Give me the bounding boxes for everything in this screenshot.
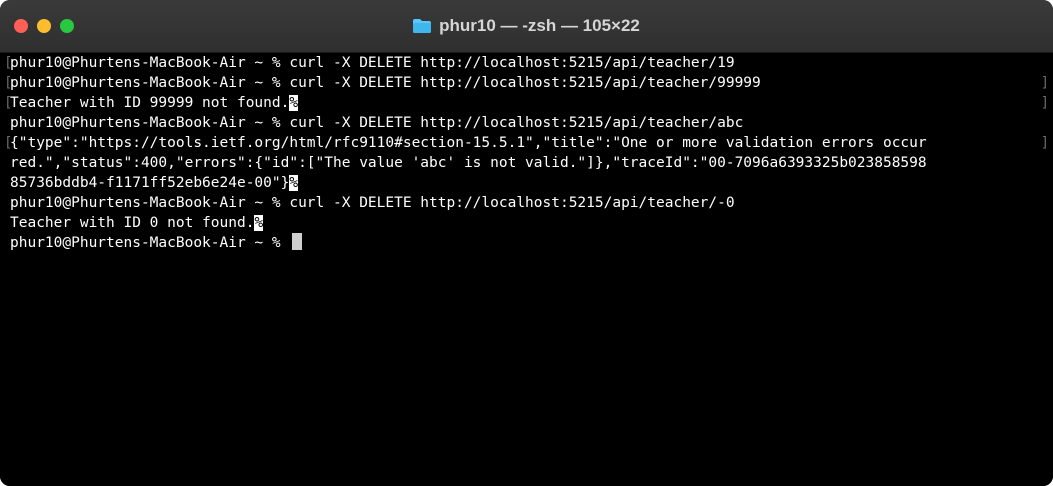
folder-icon — [413, 19, 432, 33]
window-title: phur10 — -zsh — 105×22 — [0, 16, 1053, 36]
terminal-line: red.","status":400,"errors":{"id":["The … — [10, 155, 927, 171]
terminal-window: phur10 — -zsh — 105×22 [ [ [ [ ] ] ] phu… — [0, 0, 1053, 486]
text-cursor — [292, 233, 303, 250]
title-bar[interactable]: phur10 — -zsh — 105×22 — [0, 0, 1053, 53]
no-newline-marker: % — [289, 175, 299, 191]
terminal-output[interactable]: [ [ [ [ ] ] ] phur10@Phurtens-MacBook-Ai… — [0, 53, 1053, 486]
terminal-line: 85736bddb4-f1171ff52eb6e24e-00"}% — [10, 175, 299, 191]
terminal-line: {"type":"https://tools.ietf.org/html/rfc… — [10, 135, 927, 151]
no-newline-marker: % — [289, 95, 299, 111]
no-newline-marker: % — [254, 215, 264, 231]
terminal-line: Teacher with ID 0 not found.% — [10, 215, 264, 231]
terminal-line: Teacher with ID 99999 not found.% — [10, 95, 299, 111]
terminal-line: phur10@Phurtens-MacBook-Air ~ % curl -X … — [10, 195, 735, 211]
window-title-text: phur10 — -zsh — 105×22 — [439, 16, 640, 35]
terminal-prompt-line[interactable]: phur10@Phurtens-MacBook-Air ~ % — [10, 233, 1043, 253]
terminal-line: phur10@Phurtens-MacBook-Air ~ % curl -X … — [10, 115, 744, 131]
terminal-line: phur10@Phurtens-MacBook-Air ~ % curl -X … — [10, 75, 761, 91]
terminal-line: phur10@Phurtens-MacBook-Air ~ % curl -X … — [10, 55, 735, 71]
